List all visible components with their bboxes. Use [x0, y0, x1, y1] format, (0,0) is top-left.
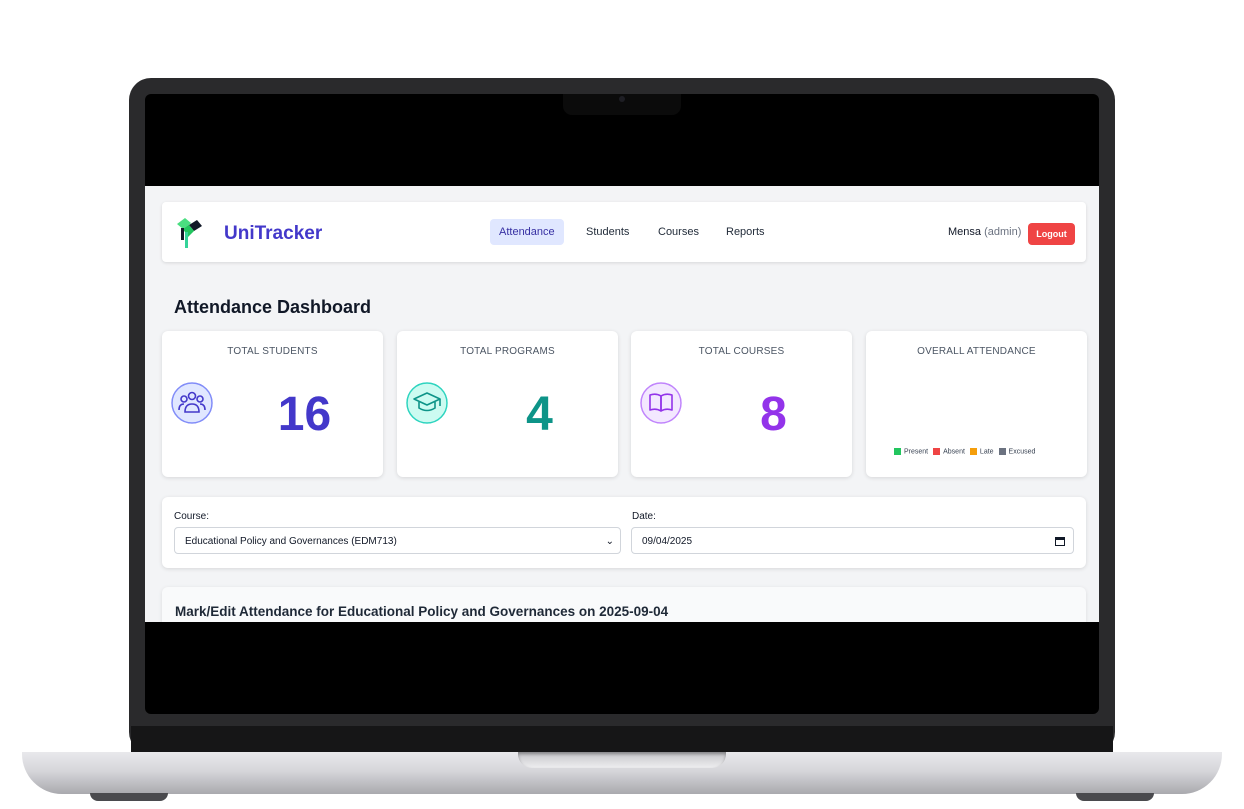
stat-value: 4 [526, 388, 553, 441]
top-navbar: UniTracker Attendance Students Courses R… [162, 202, 1086, 262]
mark-attendance-title: Mark/Edit Attendance for Educational Pol… [175, 604, 669, 619]
current-user: Mensa (admin) [948, 226, 1021, 238]
legend-label: Late [979, 448, 994, 456]
stat-label: TOTAL PROGRAMS [460, 346, 555, 357]
legend-label: Excused [1008, 448, 1036, 456]
legend-item-late: Late [969, 448, 994, 456]
nav-courses[interactable]: Courses [649, 219, 708, 245]
stat-value: 8 [760, 388, 787, 441]
course-select[interactable]: Educational Policy and Governances (EDM7… [174, 527, 621, 554]
nav-attendance[interactable]: Attendance [490, 219, 564, 245]
laptop-hinge [518, 752, 726, 768]
course-select-value: Educational Policy and Governances (EDM7… [185, 536, 397, 547]
stat-card-courses: TOTAL COURSES 8 [631, 331, 852, 477]
page-title: Attendance Dashboard [174, 297, 372, 317]
stat-label: TOTAL STUDENTS [227, 346, 318, 357]
attendance-legend: Present Absent Late Excused [894, 448, 1035, 455]
user-role: (admin) [984, 226, 1022, 238]
legend-swatch-excused [998, 448, 1006, 455]
stat-label: TOTAL COURSES [698, 346, 785, 357]
legend-swatch-present [894, 448, 901, 455]
legend-label: Present [904, 448, 929, 456]
calendar-icon[interactable] [1055, 536, 1065, 546]
chevron-down-icon: ⌄ [605, 536, 614, 547]
unitracker-logo-icon [177, 218, 202, 248]
app-screen: UniTracker Attendance Students Courses R… [145, 186, 1099, 622]
legend-swatch-late [969, 448, 977, 455]
legend-item-present: Present [894, 448, 928, 455]
brand-name[interactable]: UniTracker [224, 223, 322, 245]
filter-panel: Course: Educational Policy and Governanc… [162, 497, 1086, 568]
date-label: Date: [632, 511, 656, 522]
user-name: Mensa [948, 226, 982, 238]
legend-label: Absent [943, 448, 965, 456]
camera-icon [619, 96, 625, 102]
date-input[interactable]: 09/04/2025 [631, 527, 1074, 554]
users-icon [171, 382, 213, 424]
nav-reports[interactable]: Reports [717, 219, 774, 245]
stat-card-programs: TOTAL PROGRAMS 4 [397, 331, 618, 477]
laptop-chin [131, 726, 1113, 754]
stat-value: 16 [277, 388, 332, 441]
stat-label: OVERALL ATTENDANCE [917, 346, 1036, 357]
logout-button[interactable]: Logout [1028, 223, 1075, 245]
legend-item-absent: Absent [933, 448, 965, 455]
laptop-foot-right [1076, 793, 1154, 801]
mark-attendance-panel: Mark/Edit Attendance for Educational Pol… [162, 587, 1086, 622]
stat-card-students: TOTAL STUDENTS 16 [162, 331, 383, 477]
legend-swatch-absent [933, 448, 941, 455]
legend-item-excused: Excused [998, 448, 1036, 456]
laptop-foot-left [90, 793, 168, 801]
course-label: Course: [174, 511, 210, 522]
date-input-value: 09/04/2025 [642, 536, 693, 547]
graduation-cap-icon [406, 382, 448, 424]
stat-card-attendance: OVERALL ATTENDANCE Present Absent Late E… [866, 331, 1087, 477]
book-icon [640, 382, 682, 424]
nav-students[interactable]: Students [577, 219, 638, 245]
